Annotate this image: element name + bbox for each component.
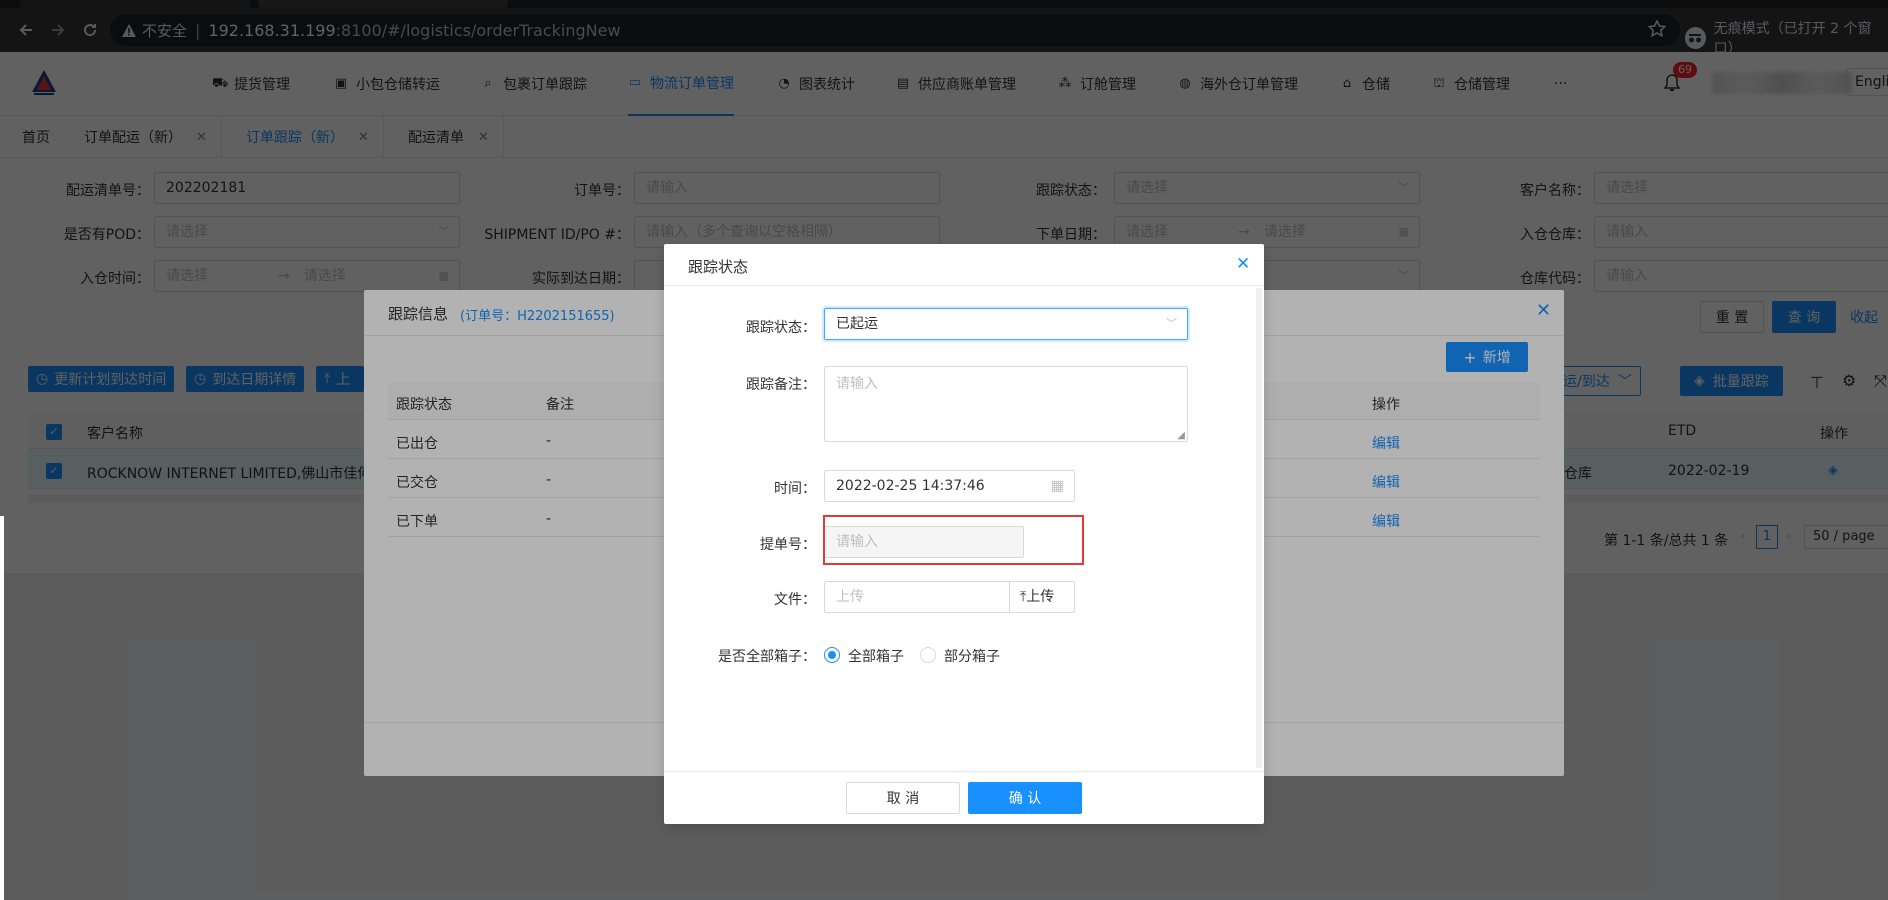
status-select[interactable]: 已起运 ﹀ [824,308,1188,340]
upload-file-button[interactable]: ⤒上传 [1009,581,1075,613]
status-value: 已起运 [836,316,878,332]
button-label: 上传 [1026,589,1055,605]
resize-handle-icon[interactable]: ◢ [1177,430,1185,441]
chevron-down-icon: ﹀ [1166,317,1177,330]
modal-footer: 取 消 确 认 [664,771,1264,824]
highlight-box [823,515,1084,565]
left-edge-strip [0,516,4,900]
cancel-button[interactable]: 取 消 [846,782,960,814]
radio-all-boxes-label[interactable]: 全部箱子 [848,646,904,666]
bl-label: 提单号： [760,537,816,553]
remark-label: 跟踪备注： [746,377,816,393]
radio-partial-boxes[interactable] [920,647,936,663]
file-input[interactable]: 上传 [824,581,1010,613]
close-icon[interactable]: ✕ [1236,254,1250,274]
modal-header: 跟踪状态 ✕ [664,244,1264,286]
confirm-button[interactable]: 确 认 [968,782,1082,814]
modal-scrollbar[interactable] [1256,288,1262,768]
remark-textarea[interactable]: 请输入 ◢ [824,366,1188,442]
modal-title: 跟踪状态 [688,258,749,276]
time-value: 2022-02-25 14:37:46 [836,478,985,494]
time-label: 时间： [774,481,816,497]
all-boxes-label: 是否全部箱子： [718,649,816,665]
status-label: 跟踪状态： [746,320,816,336]
calendar-icon: ▦ [1050,478,1064,494]
radio-all-boxes[interactable] [824,647,840,663]
file-label: 文件： [774,592,816,608]
radio-partial-boxes-label[interactable]: 部分箱子 [944,646,1000,666]
time-picker[interactable]: 2022-02-25 14:37:46 ▦ [824,470,1075,502]
placeholder: 请输入 [836,376,878,392]
